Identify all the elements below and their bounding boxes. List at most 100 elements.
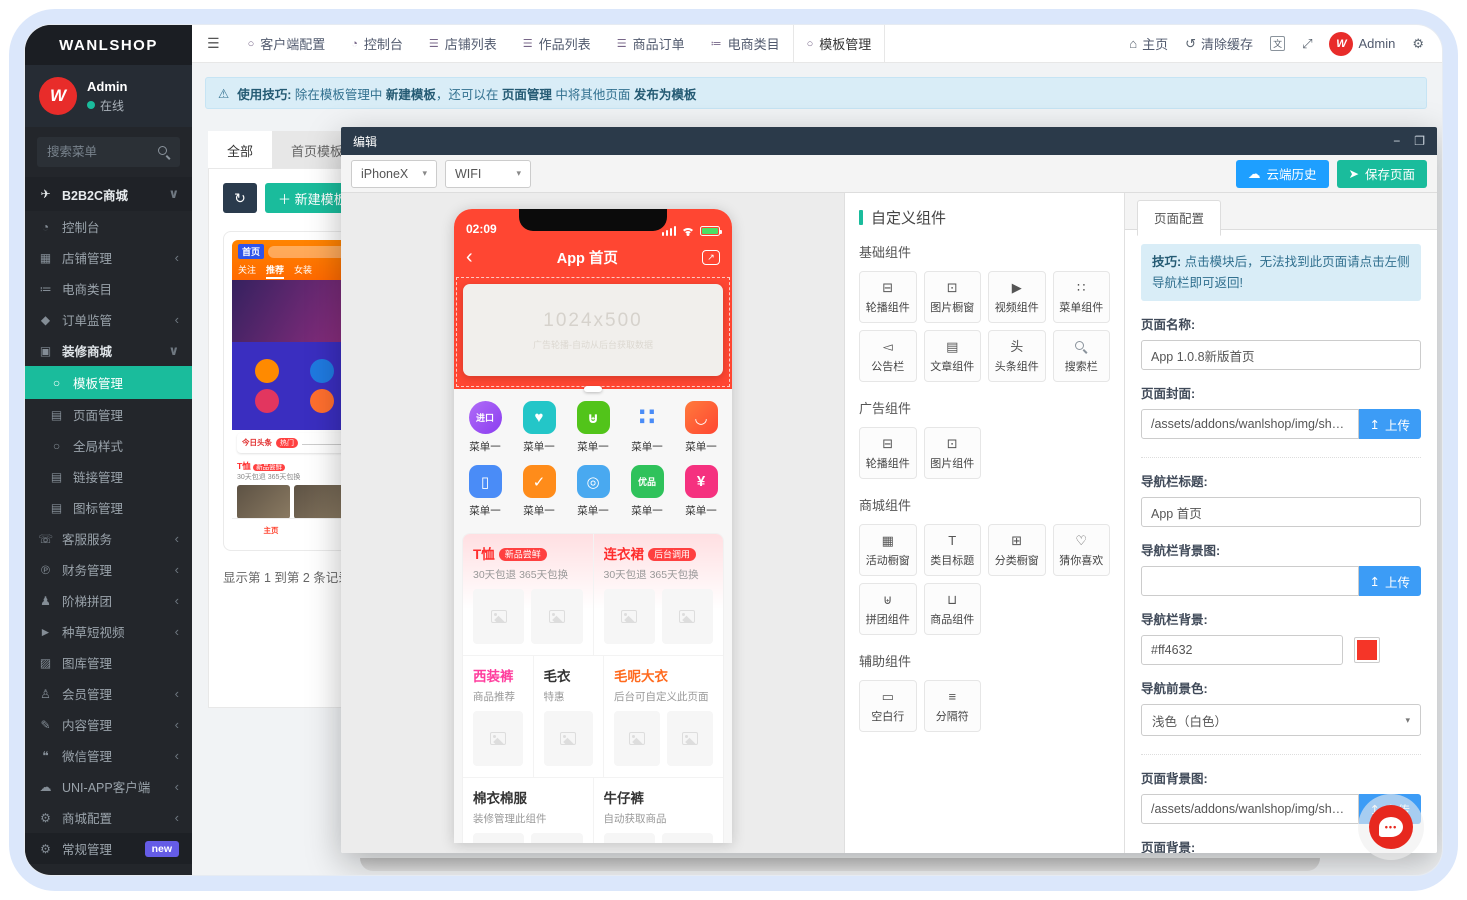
list-icon: ▤ [49, 501, 64, 515]
page-name-input[interactable] [1141, 340, 1421, 370]
tab-ecommerce-category[interactable]: ≔ 电商类目 [698, 25, 793, 62]
user-name: Admin [87, 79, 127, 94]
component-article[interactable]: ▤文章组件 [924, 330, 982, 382]
menu-component[interactable]: 进口菜单一 ♥菜单一 ⊎菜单一 ∷菜单一 ◡菜单一 ▯菜单一 ✓菜单一 ◎菜单一… [454, 389, 732, 524]
component-ad-image[interactable]: ⊡图片组件 [924, 427, 982, 479]
component-notice-bar[interactable]: ◅公告栏 [859, 330, 917, 382]
sidebar-item-wechat-manage[interactable]: ❝ 微信管理 ‹ [25, 740, 192, 771]
user-menu[interactable]: W Admin [1329, 32, 1395, 56]
resize-handle[interactable] [584, 386, 602, 392]
component-image-window[interactable]: ⊡图片橱窗 [924, 271, 982, 323]
sidebar-item-icon-manage[interactable]: ▤ 图标管理 [25, 492, 192, 523]
hamburger-icon[interactable]: ☰ [192, 25, 235, 62]
phone-preview: 02:09 ‹ App 首页 ↗ [454, 209, 732, 843]
component-headline[interactable]: 头头条组件 [988, 330, 1046, 382]
upload-button[interactable]: ↥ 上传 [1359, 409, 1422, 439]
component-groupon[interactable]: ⊎拼团组件 [859, 583, 917, 635]
component-menu[interactable]: ∷菜单组件 [1053, 271, 1111, 323]
nav-fg-select[interactable]: 浅色（白色）▾ [1141, 704, 1421, 736]
device-select[interactable]: iPhoneX▾ [351, 160, 437, 188]
sidebar-item-ecommerce-category[interactable]: ≔ 电商类目 [25, 273, 192, 304]
tab-template-manage[interactable]: ○ 模板管理 [793, 25, 886, 62]
product-cell-coat[interactable]: 毛呢大衣 后台可自定义此页面 [603, 656, 723, 778]
chevron-down-icon: ∨ [168, 186, 179, 202]
minimize-icon[interactable]: − [1393, 134, 1400, 148]
product-cell-cotton[interactable]: 棉衣棉服 装修管理此组件 [463, 778, 593, 843]
component-carousel[interactable]: ⊟轮播组件 [859, 271, 917, 323]
component-video[interactable]: ▶视频组件 [988, 271, 1046, 323]
sidebar-item-global-style[interactable]: ○ 全局样式 [25, 430, 192, 461]
component-ad-carousel[interactable]: ⊟轮播组件 [859, 427, 917, 479]
sidebar-item-decorate-mall[interactable]: ▣ 装修商城 ∨ [25, 335, 192, 366]
nav-bg-color-swatch[interactable] [1354, 637, 1380, 663]
tab-goods-order[interactable]: ☰ 商品订单 [604, 25, 698, 62]
sidebar-item-gallery-manage[interactable]: ▨ 图库管理 [25, 647, 192, 678]
tab-client-config[interactable]: ○ 客户端配置 [235, 25, 339, 62]
sidebar-item-short-video[interactable]: ► 种草短视频 ‹ [25, 616, 192, 647]
sidebar-item-shop-manage[interactable]: ▦ 店铺管理 ‹ [25, 242, 192, 273]
product-badge: 新品尝鲜 [499, 548, 547, 561]
menu-icon-dots: ∷ [631, 401, 664, 434]
sidebar-item-order-monitor[interactable]: ◆ 订单监管 ‹ [25, 304, 192, 335]
fullscreen-icon[interactable]: ⤢ [1302, 36, 1312, 52]
page-cover-input[interactable] [1141, 409, 1359, 439]
headline-icon: 头 [1010, 339, 1023, 354]
settings-gear-icon[interactable]: ⚙ [1412, 36, 1424, 52]
sidebar-item-page-manage[interactable]: ▤ 页面管理 [25, 399, 192, 430]
modal-titlebar[interactable]: 编辑 − ❐ [341, 127, 1437, 155]
upload-button[interactable]: ↥ 上传 [1359, 566, 1422, 596]
sidebar-item-mall-config[interactable]: ⚙ 商城配置 ‹ [25, 802, 192, 833]
phone-time: 02:09 [466, 222, 497, 236]
refresh-button[interactable]: ↻ [223, 183, 257, 213]
component-blank-row[interactable]: ▭空白行 [859, 680, 917, 732]
sidebar-item-console[interactable]: ◔ 控制台 [25, 211, 192, 242]
component-search-bar[interactable]: 搜索栏 [1053, 330, 1111, 382]
shopping-bag-icon: ⊔ [947, 592, 957, 607]
nav-bg-color-input[interactable] [1141, 635, 1343, 665]
sidebar-item-uniapp-client[interactable]: ☁ UNI-APP客户端 ‹ [25, 771, 192, 802]
network-select[interactable]: WIFI▾ [445, 160, 531, 188]
product-cell-sweater[interactable]: 毛衣 特惠 [533, 656, 604, 778]
cloud-history-button[interactable]: ☁ 云端历史 [1236, 160, 1329, 188]
component-divider[interactable]: ≡分隔符 [924, 680, 982, 732]
sidebar-item-link-manage[interactable]: ▤ 链接管理 [25, 461, 192, 492]
nav-bg-img-input[interactable] [1141, 566, 1359, 596]
sidebar-item-customer-service[interactable]: ☏ 客服服务 ‹ [25, 523, 192, 554]
customer-service-chat-button[interactable]: ••• [1369, 805, 1413, 849]
restore-icon[interactable]: ❐ [1414, 134, 1425, 148]
sidebar-item-finance-manage[interactable]: ℗ 财务管理 ‹ [25, 554, 192, 585]
share-icon[interactable]: ↗ [702, 250, 720, 265]
product-cell-trousers[interactable]: 西装裤 商品推荐 [463, 656, 533, 778]
carousel-component-selected[interactable]: 1024x500 广告轮播-自动从后台获取数据 [454, 275, 732, 389]
sidebar-search [37, 137, 180, 167]
tab-works-list[interactable]: ☰ 作品列表 [510, 25, 604, 62]
component-category-window[interactable]: ⊞分类橱窗 [988, 524, 1046, 576]
save-page-button[interactable]: ➤ 保存页面 [1337, 160, 1428, 188]
home-button[interactable]: ⌂ 主页 [1129, 34, 1168, 53]
product-cell-dress[interactable]: 连衣裙后台调用 30天包退 365天包换 [593, 534, 724, 656]
tab-console[interactable]: ◔ 控制台 [338, 25, 416, 62]
sidebar-item-b2b2c-mall[interactable]: ✈ B2B2C商城 ∨ [25, 177, 192, 211]
nav-title-input[interactable] [1141, 497, 1421, 527]
component-activity-window[interactable]: ▦活动橱窗 [859, 524, 917, 576]
clear-cache-button[interactable]: ↺ 清除缓存 [1185, 34, 1253, 53]
tab-page-config[interactable]: 页面配置 [1137, 200, 1221, 236]
language-icon[interactable]: 文 [1270, 36, 1285, 51]
user-icon: ♙ [38, 687, 53, 701]
sidebar-item-general-manage[interactable]: ⚙ 常规管理 new [25, 833, 192, 864]
user-panel[interactable]: W Admin 在线 [25, 65, 192, 127]
component-category-title[interactable]: T类目标题 [924, 524, 982, 576]
sidebar-item-content-manage[interactable]: ✎ 内容管理 ‹ [25, 709, 192, 740]
sidebar-item-ladder-groupon[interactable]: ♟ 阶梯拼团 ‹ [25, 585, 192, 616]
tab-all-templates[interactable]: 全部 [208, 131, 272, 170]
component-guess-you-like[interactable]: ♡猜你喜欢 [1053, 524, 1111, 576]
sidebar-item-template-manage[interactable]: ○ 模板管理 [25, 366, 192, 399]
sidebar-item-member-manage[interactable]: ♙ 会员管理 ‹ [25, 678, 192, 709]
page-bg-img-input[interactable] [1141, 794, 1359, 824]
tab-shop-list[interactable]: ☰ 店铺列表 [416, 25, 510, 62]
component-goods[interactable]: ⊔商品组件 [924, 583, 982, 635]
product-cell-jeans[interactable]: 牛仔裤 自动获取商品 [593, 778, 724, 843]
product-cell-tshirt[interactable]: T恤新品尝鲜 30天包退 365天包换 [463, 534, 593, 656]
activity-window-component[interactable]: T恤新品尝鲜 30天包退 365天包换 连衣裙后台调用 30天包退 365天包换 [462, 533, 724, 843]
back-chevron-icon[interactable]: ‹ [466, 247, 473, 267]
